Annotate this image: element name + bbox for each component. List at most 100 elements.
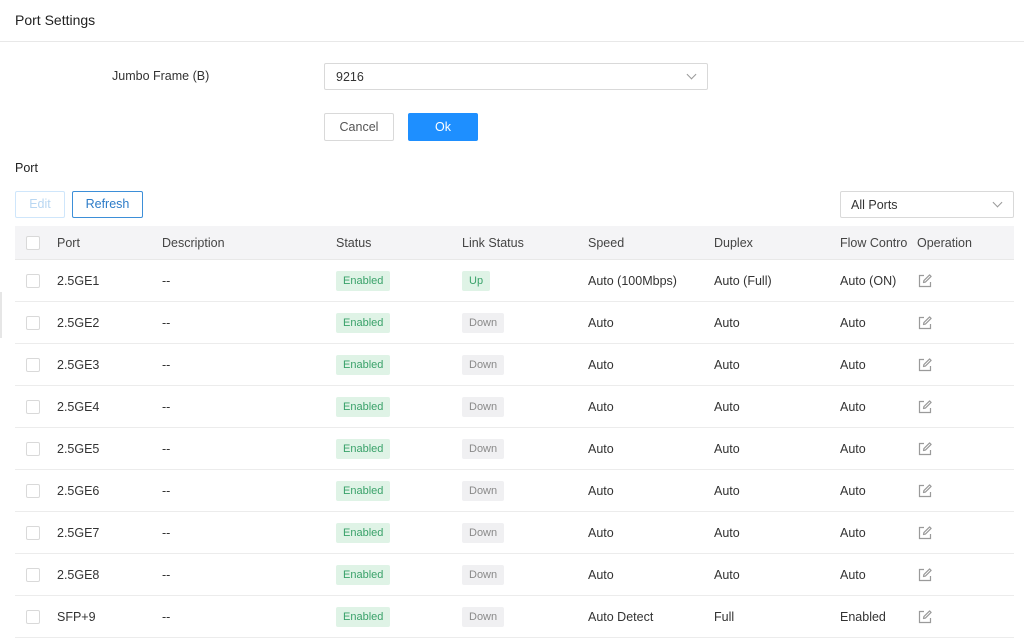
row-select-cell [26,386,42,427]
chevron-down-icon [992,197,1003,208]
link-status-badge: Down [462,564,505,585]
link-status-badge: Down [462,522,505,543]
port-speed: Auto Detect [588,609,654,624]
link-status-cell: Down [462,554,505,595]
table-row: 2.5GE7 -- Enabled Down Auto Auto Auto [15,512,1014,554]
edit-icon[interactable] [917,357,933,373]
row-checkbox[interactable] [26,441,40,456]
status-badge: Enabled [336,564,391,585]
link-status-badge: Down [462,606,505,627]
port-duplex: Auto [714,525,740,540]
operation-cell [908,512,1014,553]
port-name: 2.5GE1 [57,273,100,288]
link-status-cell: Down [462,344,505,385]
row-select-cell [26,512,42,553]
status-badge: Enabled [336,354,391,375]
port-name: 2.5GE7 [57,525,100,540]
port-flow-control: Auto [840,315,866,330]
edit-icon[interactable] [917,567,933,583]
port-description: -- [162,273,171,288]
port-description: -- [162,315,171,330]
edit-icon[interactable] [917,315,933,331]
title-divider [0,41,1024,42]
header-port: Port [57,235,80,250]
jumbo-frame-select[interactable]: 9216 [324,63,708,90]
link-status-badge: Down [462,312,505,333]
row-checkbox[interactable] [26,399,40,414]
left-edge-handle [0,292,2,338]
operation-cell [908,302,1014,343]
row-checkbox[interactable] [26,315,40,330]
status-cell: Enabled [336,428,391,469]
port-flow-control: Auto [840,357,866,372]
table-row: 2.5GE3 -- Enabled Down Auto Auto Auto [15,344,1014,386]
row-checkbox[interactable] [26,525,40,540]
port-filter-select[interactable]: All Ports [840,191,1014,218]
status-badge: Enabled [336,606,391,627]
status-badge: Enabled [336,396,391,417]
jumbo-frame-label: Jumbo Frame (B) [112,69,210,83]
port-flow-control: Auto [840,567,866,582]
link-status-cell: Down [462,428,505,469]
status-cell: Enabled [336,596,391,637]
row-select-cell [26,260,42,301]
row-checkbox[interactable] [26,357,40,372]
header-status: Status [336,235,372,250]
link-status-badge: Down [462,354,505,375]
port-description: -- [162,357,171,372]
link-status-cell: Up [462,260,491,301]
port-description: -- [162,483,171,498]
status-cell: Enabled [336,260,391,301]
table-row: 2.5GE1 -- Enabled Up Auto (100Mbps) Auto… [15,260,1014,302]
table-header: Port Description Status Link Status Spee… [15,226,1014,260]
ok-button[interactable]: Ok [408,113,478,141]
link-status-cell: Down [462,302,505,343]
edit-icon[interactable] [917,525,933,541]
edit-icon[interactable] [917,273,933,289]
port-speed: Auto [588,399,614,414]
status-cell: Enabled [336,302,391,343]
link-status-badge: Down [462,396,505,417]
operation-cell [908,554,1014,595]
edit-button[interactable]: Edit [15,191,65,218]
edit-icon[interactable] [917,441,933,457]
row-select-cell [26,470,42,511]
edit-icon[interactable] [917,483,933,499]
cancel-button[interactable]: Cancel [324,113,394,141]
row-checkbox[interactable] [26,273,40,288]
port-duplex: Auto [714,315,740,330]
header-description: Description [162,235,225,250]
row-checkbox[interactable] [26,483,40,498]
port-name: 2.5GE3 [57,357,100,372]
port-section-label: Port [15,161,38,175]
operation-cell [908,470,1014,511]
port-speed: Auto (100Mbps) [588,273,677,288]
port-name: 2.5GE5 [57,441,100,456]
row-checkbox[interactable] [26,609,40,624]
link-status-cell: Down [462,470,505,511]
select-all-cell [26,226,42,259]
port-name: 2.5GE6 [57,483,100,498]
status-badge: Enabled [336,270,391,291]
port-flow-control: Auto [840,441,866,456]
port-speed: Auto [588,525,614,540]
status-cell: Enabled [336,470,391,511]
table-row: 2.5GE2 -- Enabled Down Auto Auto Auto [15,302,1014,344]
edit-icon[interactable] [917,609,933,625]
port-description: -- [162,525,171,540]
port-filter-value: All Ports [851,198,898,212]
port-name: SFP+9 [57,609,96,624]
operation-cell [908,344,1014,385]
port-description: -- [162,567,171,582]
port-flow-control: Auto [840,483,866,498]
row-checkbox[interactable] [26,567,40,582]
port-description: -- [162,609,171,624]
port-speed: Auto [588,441,614,456]
port-speed: Auto [588,483,614,498]
port-description: -- [162,441,171,456]
refresh-button[interactable]: Refresh [72,191,143,218]
link-status-cell: Down [462,386,505,427]
edit-icon[interactable] [917,399,933,415]
select-all-checkbox[interactable] [26,235,40,250]
port-name: 2.5GE8 [57,567,100,582]
